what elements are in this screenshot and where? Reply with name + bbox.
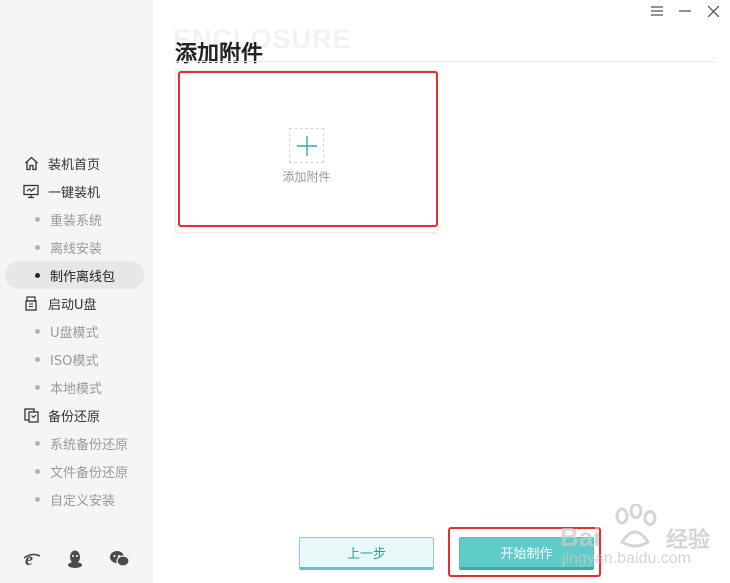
sidebar-subitem-11[interactable]: 文件备份还原 — [0, 457, 153, 485]
add-attachment-card[interactable]: 添加附件 — [175, 70, 438, 233]
sidebar-item-label: 重装系统 — [50, 213, 103, 229]
start-make-button[interactable]: 开始制作 — [459, 537, 594, 570]
sidebar-item-1[interactable]: 一键装机 — [0, 177, 153, 205]
sidebar-nav: 装机首页一键装机重装系统离线安装制作离线包启动U盘 U盘模式 ISO模式本地模式备份… — [0, 149, 153, 513]
sidebar-item-label: 启动U盘 — [48, 297, 97, 313]
sidebar-subitem-6[interactable]: U盘模式 — [0, 317, 153, 345]
bullet-dot — [35, 244, 40, 250]
sidebar-subitem-7[interactable]: ISO模式 — [0, 345, 153, 373]
window-controls — [648, 2, 722, 20]
home-icon — [22, 154, 40, 172]
bullet-dot — [35, 440, 40, 446]
menu-icon[interactable] — [648, 2, 666, 20]
sidebar-subitem-3[interactable]: 离线安装 — [0, 233, 153, 261]
title-divider — [175, 61, 715, 62]
bullet-dot — [35, 496, 40, 502]
sidebar-item-label: U盘模式 — [50, 325, 99, 341]
sidebar-item-label: 本地模式 — [50, 381, 103, 397]
page-title: 添加附件 — [175, 42, 264, 67]
usb-icon — [22, 294, 40, 312]
sidebar-item-label: 离线安装 — [50, 241, 103, 257]
bullet-dot — [35, 468, 40, 474]
sidebar-item-label: 制作离线包 — [50, 269, 116, 285]
sidebar-subitem-4[interactable]: 制作离线包 — [5, 261, 144, 289]
bullet-dot — [35, 384, 40, 390]
close-icon[interactable] — [704, 2, 722, 20]
sidebar-item-label: 自定义安装 — [50, 493, 116, 509]
sidebar-item-label: 文件备份还原 — [50, 465, 129, 481]
add-attachment-label: 添加附件 — [282, 170, 331, 184]
plus-icon — [296, 135, 317, 156]
sidebar-item-label: 装机首页 — [48, 157, 101, 173]
qq-icon[interactable] — [66, 549, 84, 573]
minimize-icon[interactable] — [676, 2, 694, 20]
svg-text:e: e — [25, 549, 33, 569]
sidebar-item-0[interactable]: 装机首页 — [0, 149, 153, 177]
sidebar-subitem-10[interactable]: 系统备份还原 — [0, 429, 153, 457]
sidebar: 装机首页一键装机重装系统离线安装制作离线包启动U盘 U盘模式 ISO模式本地模式备份… — [0, 0, 153, 583]
sidebar-subitem-8[interactable]: 本地模式 — [0, 373, 153, 401]
sidebar-item-label: 备份还原 — [48, 409, 101, 425]
sidebar-bottom-icons: e — [0, 549, 153, 573]
baidu-jingyan-text: 经验 — [666, 528, 711, 553]
sidebar-subitem-2[interactable]: 重装系统 — [0, 205, 153, 233]
paw-icon — [615, 504, 657, 548]
ie-browser-icon[interactable]: e — [22, 549, 42, 573]
bullet-dot — [35, 328, 40, 334]
bullet-dot — [35, 216, 40, 222]
wechat-icon[interactable] — [109, 549, 131, 573]
sidebar-item-9[interactable]: 备份还原 — [0, 401, 153, 429]
bullet-dot — [35, 356, 40, 362]
sidebar-item-label: 系统备份还原 — [50, 437, 129, 453]
sidebar-subitem-12[interactable]: 自定义安装 — [0, 485, 153, 513]
monitor-icon — [22, 182, 40, 200]
sidebar-item-label: ISO模式 — [50, 353, 99, 369]
bullet-dot — [35, 272, 40, 278]
add-attachment-button[interactable] — [289, 128, 324, 163]
prev-step-button[interactable]: 上一步 — [299, 537, 434, 570]
sidebar-item-5[interactable]: 启动U盘 — [0, 289, 153, 317]
sidebar-item-label: 一键装机 — [48, 185, 101, 201]
backup-icon — [22, 406, 40, 424]
